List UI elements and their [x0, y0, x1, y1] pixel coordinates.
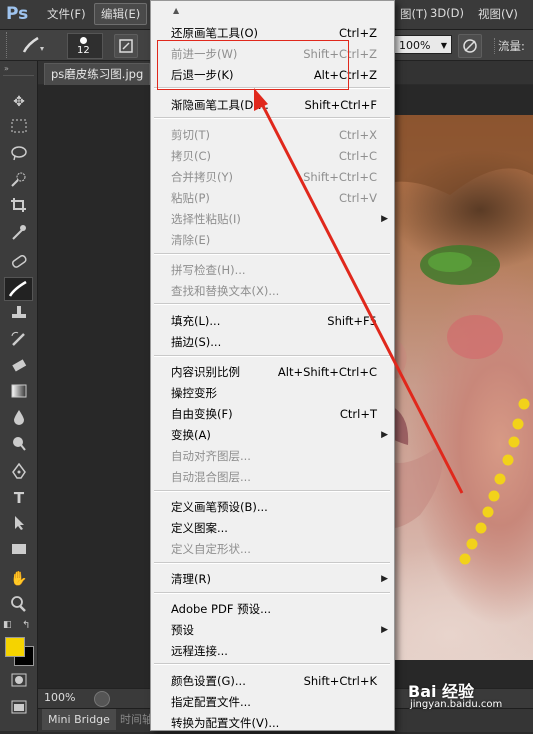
annotation-dot: [512, 418, 524, 430]
annotation-dot: [482, 506, 494, 518]
annotation-dot: [494, 473, 506, 485]
annotation-arrow-line: [259, 101, 464, 494]
annotation-dot: [518, 398, 530, 410]
annotation-overlay: [254, 88, 530, 565]
annotation-dot: [508, 436, 520, 448]
annotation-dot: [466, 538, 478, 550]
annotation-dots: [459, 398, 530, 565]
annotation-dot: [488, 490, 500, 502]
annotation-arrowhead: [254, 88, 268, 111]
annotation-dot: [502, 454, 514, 466]
watermark-url: jingyan.baidu.com: [410, 699, 503, 710]
annotation-dot: [475, 522, 487, 534]
annotation-dot: [459, 553, 471, 565]
